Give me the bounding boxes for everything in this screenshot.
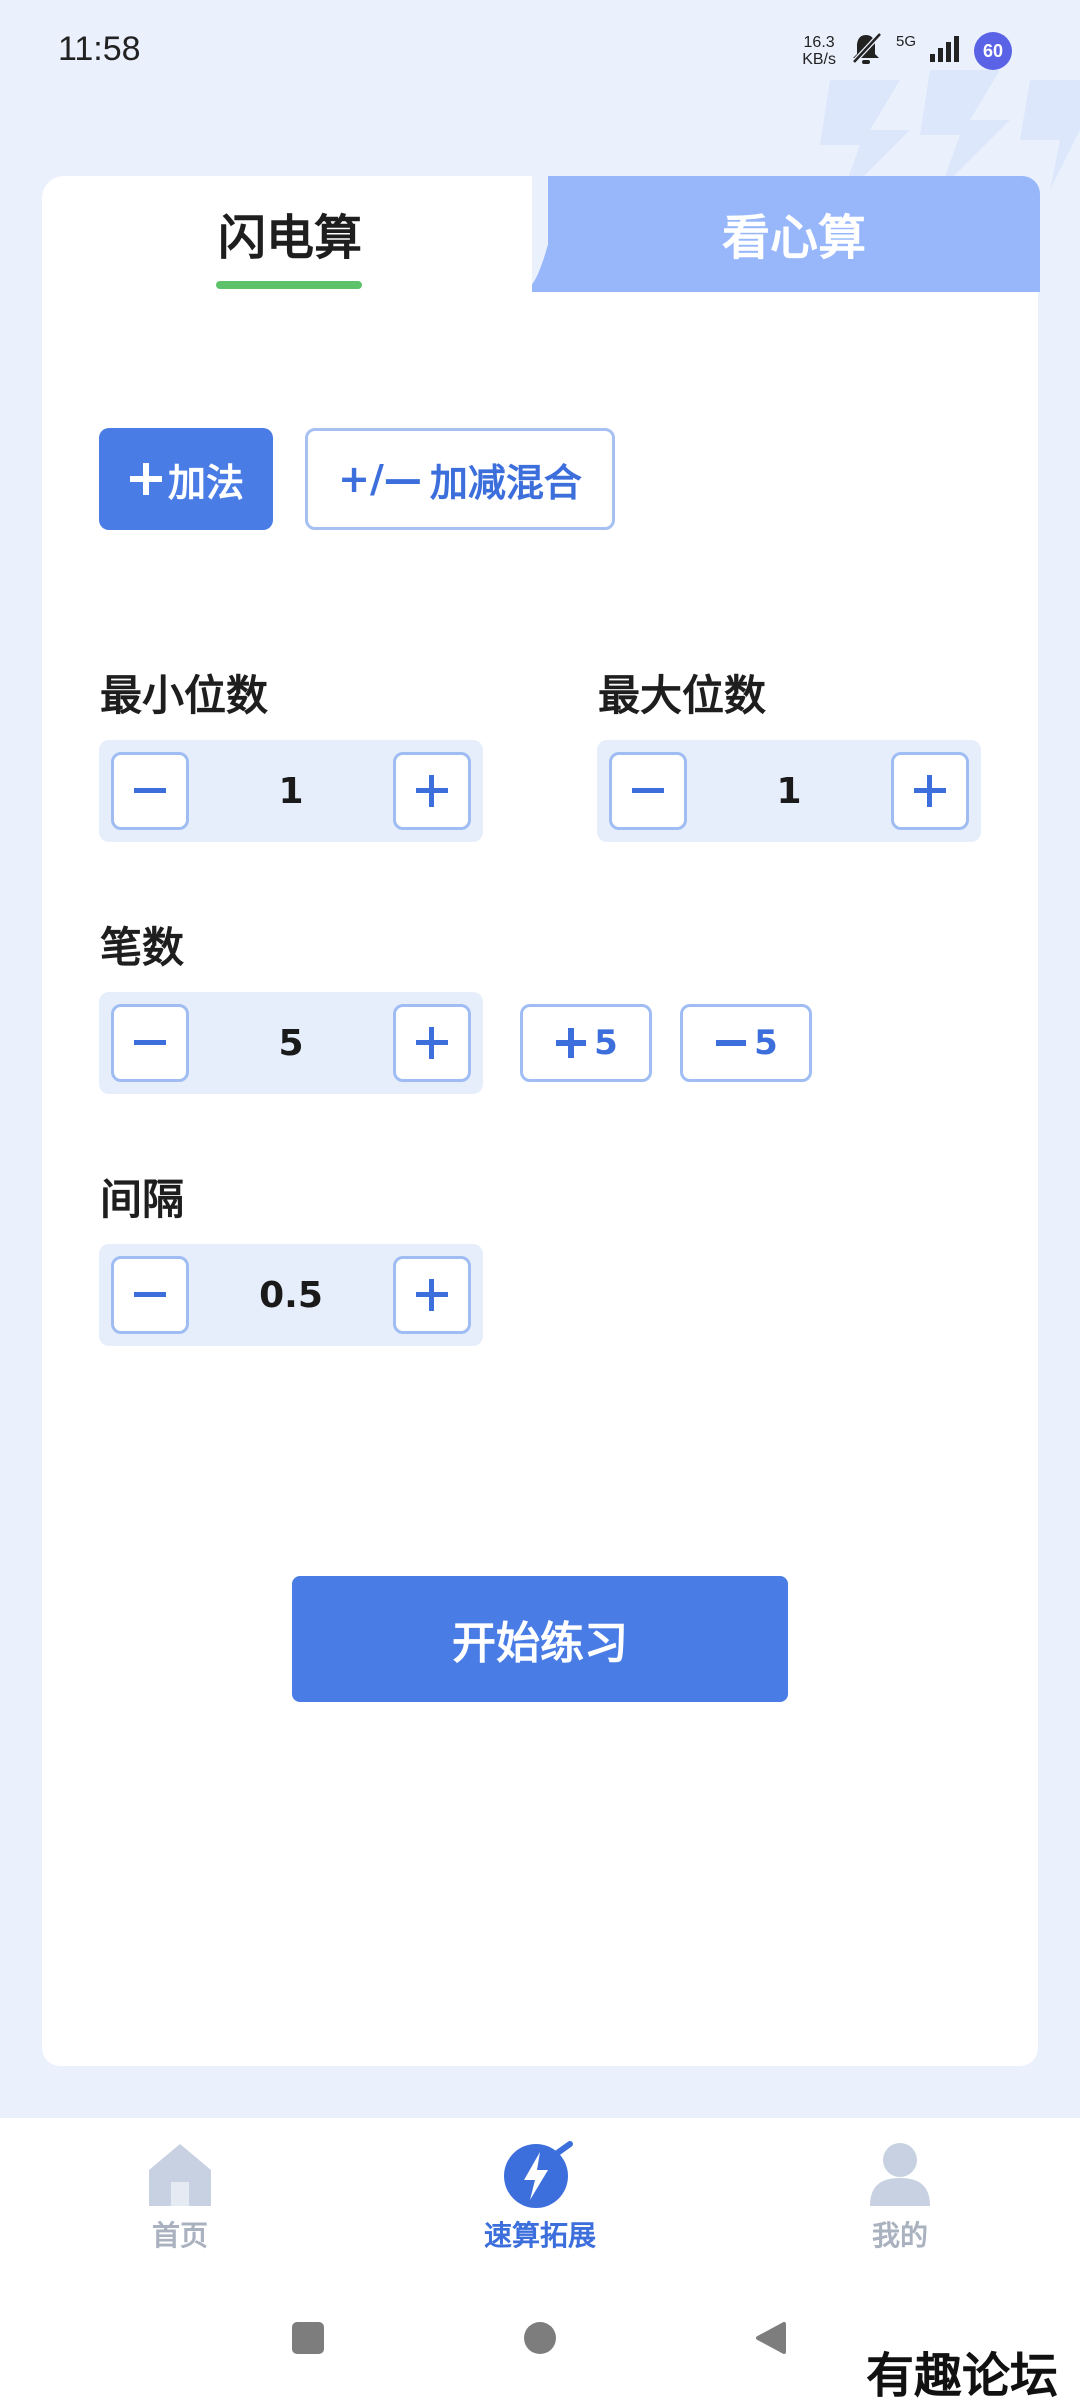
minus-icon [134,1292,166,1297]
plus-icon [914,775,946,807]
minus-icon [632,788,664,793]
max-digits-increment-button[interactable] [891,752,969,830]
interval-decrement-button[interactable] [111,1256,189,1334]
settings-card [42,288,1038,2066]
min-digits-label: 最小位数 [100,671,269,720]
interval-label: 间隔 [100,1175,185,1224]
lightning-icon [504,2141,573,2208]
mode-add-label: 加法 [167,460,244,505]
bell-muted-icon [850,32,882,70]
active-tab-indicator [216,281,362,289]
count-minus-five-label: 5 [754,1023,778,1063]
min-digits-increment-button[interactable] [393,752,471,830]
nav-profile-label: 我的 [871,2219,928,2252]
count-increment-button[interactable] [393,1004,471,1082]
nav-home-label: 首页 [151,2219,208,2252]
profile-icon [870,2143,930,2206]
plus-minus-symbol: +/— [338,457,422,501]
minus-icon [716,1040,747,1046]
minus-icon [134,1040,166,1045]
interval-increment-button[interactable] [393,1256,471,1334]
min-digits-value: 1 [278,770,304,812]
net-speed-unit: KB/s [802,51,836,68]
max-digits-label: 最大位数 [598,671,767,720]
max-digits-value: 1 [776,770,802,812]
tab-shandiansuan-label[interactable]: 闪电算 [150,198,430,268]
net-speed: 16.3 KB/s [802,34,836,68]
plus-icon [416,1279,448,1311]
signal-icon [930,34,960,68]
count-plus-five-label: 5 [594,1023,618,1063]
battery-badge: 60 [974,32,1012,70]
mode-mix-button[interactable]: +/— 加减混合 [305,428,615,530]
tab-kanxinsuan-label[interactable]: 看心算 [654,198,934,268]
network-type: 5G [895,32,916,50]
minus-icon [134,788,166,793]
plus-icon [416,775,448,807]
net-speed-value: 16.3 [803,34,835,51]
start-practice-button[interactable]: 开始练习 [292,1576,788,1702]
recent-apps-icon[interactable] [288,2318,328,2358]
count-value: 5 [278,1022,304,1064]
nav-item-profile[interactable]: 我的 [800,2140,1000,2254]
count-plus-five-button[interactable]: 5 [520,1004,652,1082]
watermark-text: 有趣论坛 [865,2348,1058,2400]
status-time: 11:58 [58,30,141,68]
mode-add-button[interactable]: 加法 [99,428,273,530]
status-icons: 16.3 KB/s 5G 60 [802,32,1012,70]
plus-icon [416,1027,448,1059]
back-icon[interactable] [752,2318,792,2358]
nav-item-speed-calc[interactable]: 速算拓展 [440,2140,640,2254]
interval-value: 0.5 [259,1274,323,1316]
plus-icon [129,463,162,495]
mode-mix-label: 加减混合 [429,460,582,505]
nav-speed-calc-label: 速算拓展 [483,2219,596,2252]
home-circle-icon[interactable] [520,2318,560,2358]
nav-item-home[interactable]: 首页 [80,2140,280,2254]
count-decrement-button[interactable] [111,1004,189,1082]
plus-icon [556,1028,587,1058]
min-digits-stepper: 1 [99,740,483,842]
interval-stepper: 0.5 [99,1244,483,1346]
min-digits-decrement-button[interactable] [111,752,189,830]
count-stepper: 5 [99,992,483,1094]
max-digits-stepper: 1 [597,740,981,842]
max-digits-decrement-button[interactable] [609,752,687,830]
count-minus-five-button[interactable]: 5 [680,1004,812,1082]
home-icon [149,2144,211,2206]
tab-left-curve [440,176,530,292]
count-label: 笔数 [100,923,185,972]
